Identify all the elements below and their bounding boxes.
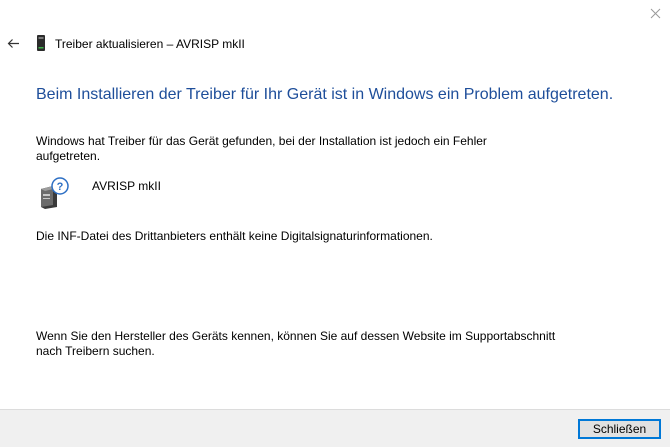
unknown-device-icon: ? (38, 177, 70, 209)
svg-text:?: ? (57, 181, 64, 193)
hint-text: Wenn Sie den Hersteller des Geräts kenne… (36, 329, 556, 358)
window-title: Treiber aktualisieren – AVRISP mkII (55, 37, 245, 51)
arrow-left-icon[interactable] (6, 36, 20, 50)
error-message: Die INF-Datei des Drittanbieters enthält… (36, 229, 433, 243)
description-text: Windows hat Treiber für das Gerät gefund… (36, 134, 487, 163)
close-icon[interactable] (648, 6, 662, 20)
device-name: AVRISP mkII (92, 179, 161, 193)
footer-bar: Schließen (0, 409, 670, 447)
close-button[interactable]: Schließen (578, 419, 661, 439)
usb-device-icon (36, 35, 46, 51)
page-headline: Beim Installieren der Treiber für Ihr Ge… (36, 86, 614, 103)
